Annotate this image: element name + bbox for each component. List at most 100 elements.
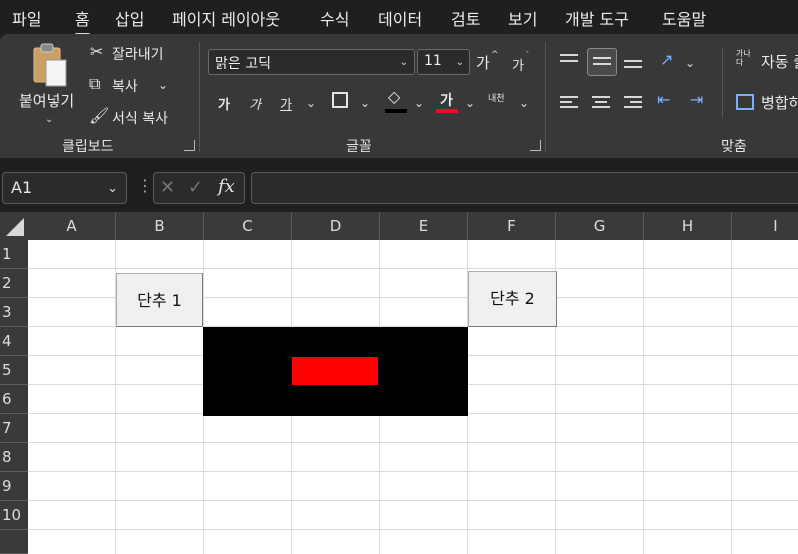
dialog-launcher-icon[interactable] (184, 140, 195, 151)
chevron-down-icon[interactable]: ⌄ (685, 56, 695, 70)
formula-bar: A1 ⌄ ⋮ ✕ ✓ fx (0, 158, 798, 212)
tab-developer[interactable]: 개발 도구 (565, 6, 629, 30)
column-header-i[interactable]: I (732, 212, 798, 240)
group-divider (722, 48, 723, 118)
font-name-select[interactable]: 맑은 고딕 ⌄ (208, 49, 415, 75)
chevron-down-icon[interactable]: ⌄ (414, 96, 424, 110)
row-header-11[interactable] (0, 530, 28, 554)
tab-file[interactable]: 파일 (12, 6, 41, 30)
increase-indent-icon[interactable]: ⇥ (690, 92, 703, 108)
merge-button[interactable]: 병합하 (761, 92, 798, 113)
row-header-3[interactable]: 3 (0, 298, 28, 327)
tab-review[interactable]: 검토 (451, 6, 480, 30)
chevron-down-icon[interactable]: ⌄ (465, 96, 475, 110)
row-header-8[interactable]: 8 (0, 443, 28, 472)
paste-button[interactable]: 붙여넣기 ⌄ (12, 40, 84, 130)
grid-line (28, 529, 798, 530)
chevron-down-icon[interactable]: ⌄ (158, 78, 168, 92)
underline-button[interactable]: 가 (280, 94, 292, 113)
merge-icon (736, 94, 754, 110)
borders-icon[interactable] (332, 92, 348, 108)
enter-icon[interactable]: ✓ (188, 179, 203, 197)
column-header-e[interactable]: E (380, 212, 468, 240)
formula-actions: ✕ ✓ fx (153, 172, 245, 204)
menu-bar: 파일 홈 삽입 페이지 레이아웃 수식 데이터 검토 보기 개발 도구 도움말 (0, 0, 798, 36)
group-label-font: 글꼴 (346, 139, 372, 155)
tab-home[interactable]: 홈 (75, 6, 90, 36)
wrap-text-button[interactable]: 자동 줄 (761, 51, 798, 72)
form-button-2[interactable]: 단추 2 (468, 271, 557, 327)
name-box[interactable]: A1 ⌄ (2, 172, 127, 204)
group-label-clipboard: 클립보드 (62, 139, 114, 155)
paste-icon (33, 43, 67, 87)
bold-button[interactable]: 가 (218, 94, 230, 113)
red-rectangle-shape[interactable] (292, 357, 378, 385)
grid-line (28, 268, 798, 269)
format-painter-button[interactable]: 서식 복사 (112, 108, 168, 128)
fill-color-icon[interactable]: ◇ (388, 89, 400, 105)
chevron-down-icon[interactable]: ⌄ (519, 96, 529, 110)
tab-view[interactable]: 보기 (508, 6, 537, 30)
select-all-button[interactable] (0, 212, 28, 240)
form-button-1[interactable]: 단추 1 (116, 273, 203, 327)
paste-label: 붙여넣기 (19, 92, 75, 110)
align-right-icon[interactable] (624, 96, 644, 110)
row-header-1[interactable]: 1 (0, 240, 28, 269)
tab-formulas[interactable]: 수식 (320, 6, 349, 30)
row-header-7[interactable]: 7 (0, 414, 28, 443)
middle-align-icon[interactable] (587, 48, 617, 76)
column-header-c[interactable]: C (204, 212, 292, 240)
font-name-value: 맑은 고딕 (215, 56, 271, 72)
caret-up-icon: ^ (491, 50, 499, 60)
chevron-down-icon: ⌄ (455, 57, 464, 68)
formula-input[interactable] (251, 172, 798, 204)
chevron-down-icon[interactable]: ⌄ (306, 96, 316, 110)
insert-function-icon[interactable]: fx (218, 178, 235, 196)
cancel-icon[interactable]: ✕ (160, 179, 175, 197)
brush-icon: 🖌 (89, 106, 110, 125)
column-header-g[interactable]: G (556, 212, 644, 240)
column-header-b[interactable]: B (116, 212, 204, 240)
grid-line (643, 240, 644, 554)
grid-line (28, 442, 798, 443)
column-header-h[interactable]: H (644, 212, 732, 240)
row-header-6[interactable]: 6 (0, 385, 28, 414)
row-header-4[interactable]: 4 (0, 327, 28, 356)
column-header-a[interactable]: A (28, 212, 116, 240)
tab-page-layout[interactable]: 페이지 레이아웃 (172, 6, 280, 30)
align-center-icon[interactable] (592, 96, 612, 110)
tab-data[interactable]: 데이터 (378, 6, 422, 30)
bottom-align-icon[interactable] (624, 60, 644, 74)
row-header-10[interactable]: 10 (0, 501, 28, 530)
font-size-select[interactable]: 11 ⌄ (417, 49, 470, 75)
decrease-indent-icon[interactable]: ⇤ (657, 92, 670, 108)
row-header-2[interactable]: 2 (0, 269, 28, 298)
more-options-icon[interactable]: ⋮ (137, 178, 153, 194)
row-header-5[interactable]: 5 (0, 356, 28, 385)
italic-button[interactable]: 가 (249, 94, 261, 113)
tab-help[interactable]: 도움말 (662, 6, 706, 30)
dialog-launcher-icon[interactable] (530, 140, 541, 151)
name-box-value: A1 (11, 178, 33, 197)
cut-button[interactable]: 잘라내기 (112, 44, 164, 64)
column-header-f[interactable]: F (468, 212, 556, 240)
chevron-down-icon: ⌄ (399, 57, 408, 68)
column-header-d[interactable]: D (292, 212, 380, 240)
copy-button[interactable]: 복사 (112, 76, 138, 96)
chevron-down-icon[interactable]: ⌄ (360, 96, 370, 110)
top-align-icon[interactable] (560, 54, 580, 68)
group-label-alignment: 맞춤 (721, 139, 747, 155)
fill-color-bar (385, 109, 407, 113)
tab-insert[interactable]: 삽입 (115, 6, 144, 30)
caret-down-icon: ˇ (525, 51, 530, 61)
copy-icon: ⧉ (89, 74, 101, 93)
phonetic-button[interactable]: 내천 (488, 91, 505, 104)
increase-font-size-button[interactable]: 가 (476, 52, 490, 73)
font-color-button[interactable]: 가 (440, 90, 453, 110)
row-header-9[interactable]: 9 (0, 472, 28, 501)
grid-line (731, 240, 732, 554)
orientation-icon[interactable]: ↗ (660, 52, 673, 68)
grid-line (28, 471, 798, 472)
align-left-icon[interactable] (560, 96, 580, 110)
decrease-font-size-button[interactable]: 가 (512, 55, 524, 74)
